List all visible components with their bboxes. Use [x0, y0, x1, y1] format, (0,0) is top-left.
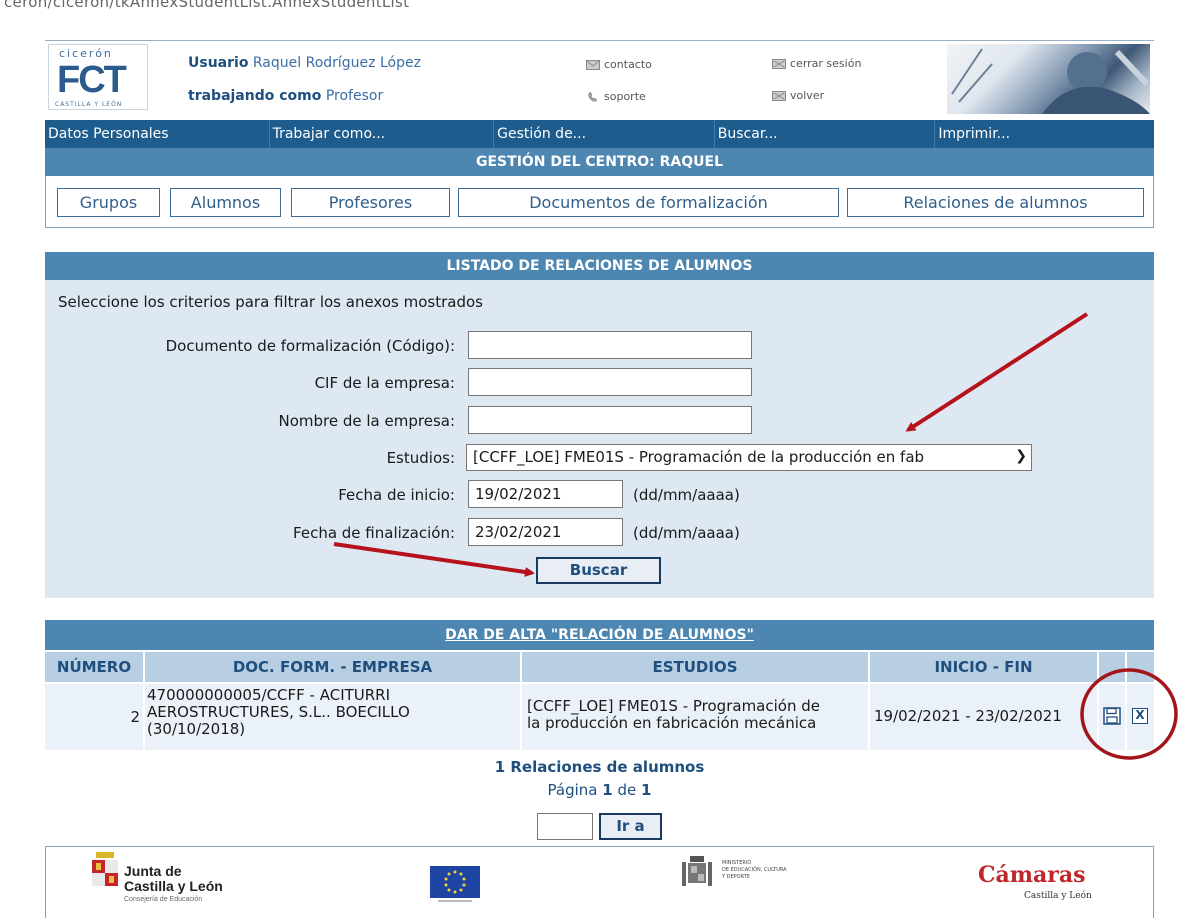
spain-coat-of-arms-icon: [682, 856, 712, 886]
camaras-text-2: Castilla y León: [1024, 891, 1092, 901]
camaras-logo: Cámaras Castilla y León: [970, 862, 1130, 912]
annotation-overlay: [333, 312, 1178, 760]
camaras-text-1: Cámaras: [978, 862, 1086, 888]
annotation-arrow-studies: [905, 312, 1089, 432]
ministerio-text-1: MINISTERIO: [722, 860, 752, 866]
annotation-arrow-search: [333, 542, 535, 577]
jcyl-shield-icon: [92, 852, 118, 886]
jcyl-logo: Junta de Castilla y León Consejería de E…: [92, 852, 272, 914]
jcyl-text-3: Consejería de Educación: [124, 896, 203, 903]
ministerio-text-3: Y DEPORTE: [722, 874, 750, 880]
annotation-circle-actions: [1080, 668, 1178, 760]
ministerio-logo: MINISTERIO DE EDUCACIÓN, CULTURA Y DEPOR…: [666, 852, 846, 914]
ministerio-text-2: DE EDUCACIÓN, CULTURA: [722, 867, 787, 873]
eu-flag-icon: [430, 866, 480, 902]
jcyl-text-1: Junta de: [124, 863, 182, 879]
jcyl-text-2: Castilla y León: [124, 878, 223, 894]
